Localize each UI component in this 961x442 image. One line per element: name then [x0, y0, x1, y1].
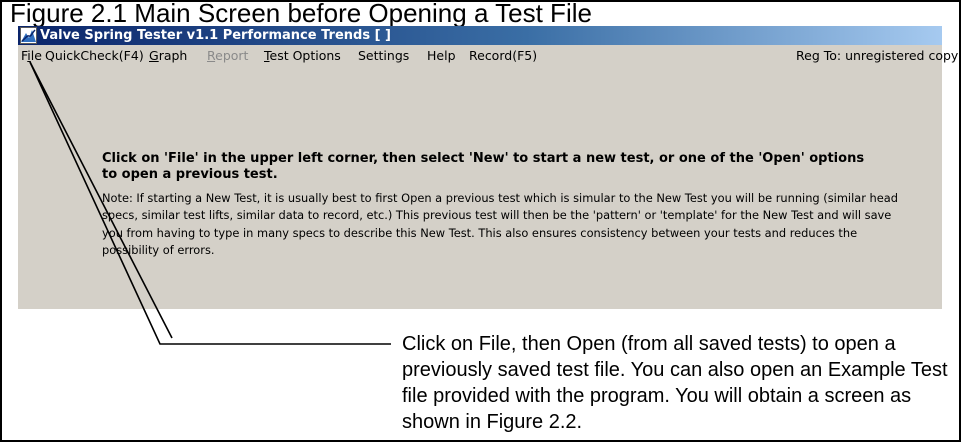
menu-record[interactable]: Record(F5): [469, 45, 537, 67]
registration-label: Reg To: unregistered copy: [796, 48, 959, 63]
note-text: Note: If starting a New Test, it is usua…: [102, 191, 898, 257]
menu-graph[interactable]: Graph: [149, 45, 187, 67]
window-titlebar[interactable]: Valve Spring Tester v1.1 Performance Tre…: [18, 26, 942, 45]
menu-bar: File QuickCheck(F4) Graph Report Test Op…: [18, 45, 958, 67]
spring-app-icon[interactable]: [20, 27, 37, 44]
menu-file[interactable]: File: [21, 45, 42, 67]
menu-help[interactable]: Help: [427, 45, 456, 67]
window-title: Valve Spring Tester v1.1 Performance Tre…: [40, 28, 391, 43]
menu-report[interactable]: Report: [207, 45, 248, 67]
menu-quickcheck[interactable]: QuickCheck(F4): [45, 45, 144, 67]
instructions-text: Click on 'File' in the upper left corner…: [102, 151, 865, 182]
callout-text: Click on File, then Open (from all saved…: [402, 333, 948, 433]
figure-title: Figure 2.1 Main Screen before Opening a …: [10, 0, 592, 28]
menu-settings[interactable]: Settings: [358, 45, 409, 67]
app-window: Valve Spring Tester v1.1 Performance Tre…: [18, 26, 958, 309]
menu-test-options[interactable]: Test Options: [264, 45, 341, 67]
figure-frame: Figure 2.1 Main Screen before Opening a …: [0, 0, 961, 442]
